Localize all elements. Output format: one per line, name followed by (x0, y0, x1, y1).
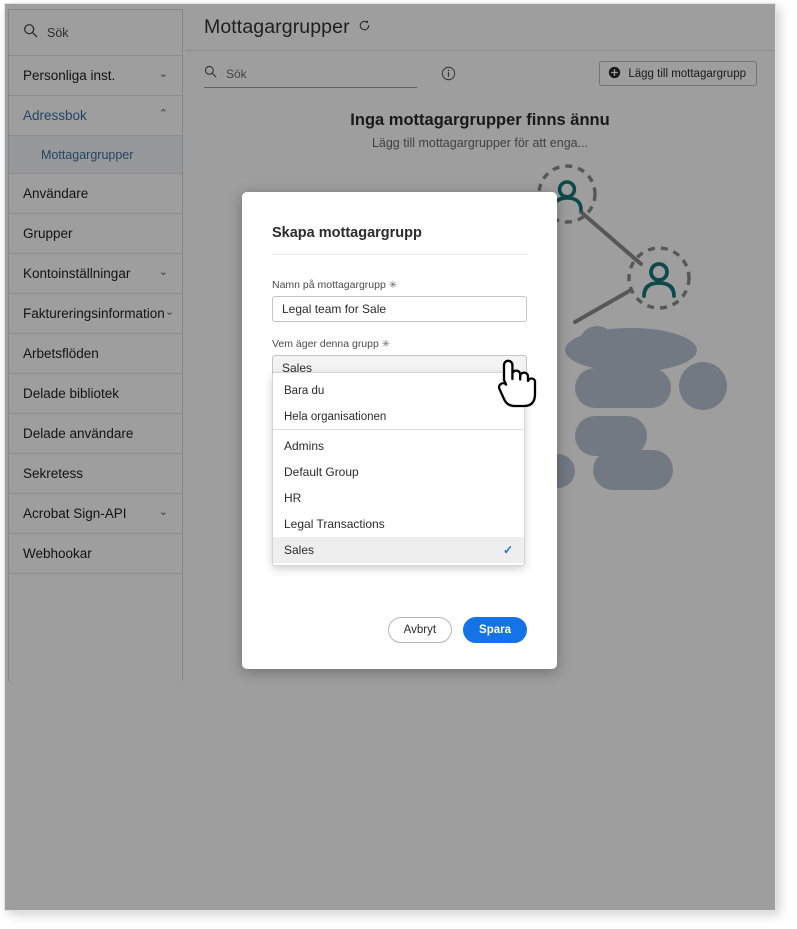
dialog-divider (272, 254, 527, 255)
required-marker: ✳ (381, 339, 391, 350)
dropdown-option-label: Admins (284, 439, 325, 453)
dropdown-option-label: Sales (284, 543, 315, 557)
cancel-button[interactable]: Avbryt (387, 617, 453, 643)
dropdown-option-admins[interactable]: Admins (273, 433, 524, 459)
required-marker: ✳ (388, 280, 398, 291)
dropdown-option-label: HR (284, 491, 302, 505)
group-name-field-wrapper: Namn på mottagargrupp ✳ Legal team for S… (242, 279, 557, 322)
group-owner-dropdown[interactable]: Bara du Hela organisationen Admins Default … (272, 372, 525, 566)
group-name-input-value: Legal team for Sale (282, 302, 387, 316)
save-button[interactable]: Spara (463, 617, 527, 643)
dropdown-option-bara-du[interactable]: Bara du (273, 378, 524, 404)
dropdown-option-hr[interactable]: HR (273, 485, 524, 511)
group-name-label-text: Namn på mottagargrupp (272, 279, 386, 291)
group-owner-label-text: Vem äger denna grupp (272, 338, 379, 350)
screenshot-root: Sök Personliga inst. ⌄ Adressbok ⌃ Mottagarg… (0, 0, 797, 929)
dropdown-option-default-group[interactable]: Default Group (273, 459, 524, 485)
dialog-title: Skapa mottagargrupp (272, 225, 422, 241)
group-name-label: Namn på mottagargrupp ✳ (272, 279, 527, 291)
dropdown-option-label: Bara du (284, 385, 325, 397)
check-icon: ✓ (502, 543, 513, 557)
dropdown-option-sales[interactable]: Sales ✓ (273, 537, 524, 563)
dropdown-option-label: Hela organisationen (284, 410, 387, 423)
dialog-footer: Avbryt Spara (387, 617, 527, 643)
group-name-input[interactable]: Legal team for Sale (272, 296, 527, 322)
browser-page: Sök Personliga inst. ⌄ Adressbok ⌃ Mottagarg… (4, 3, 776, 911)
group-owner-label: Vem äger denna grupp ✳ (272, 338, 527, 350)
dropdown-option-label: Default Group (284, 465, 359, 479)
dropdown-option-label: Legal Transactions (284, 517, 385, 531)
dropdown-option-legal-transactions[interactable]: Legal Transactions (273, 511, 524, 537)
dropdown-option-hela-organisationen[interactable]: Hela organisationen (273, 404, 524, 430)
